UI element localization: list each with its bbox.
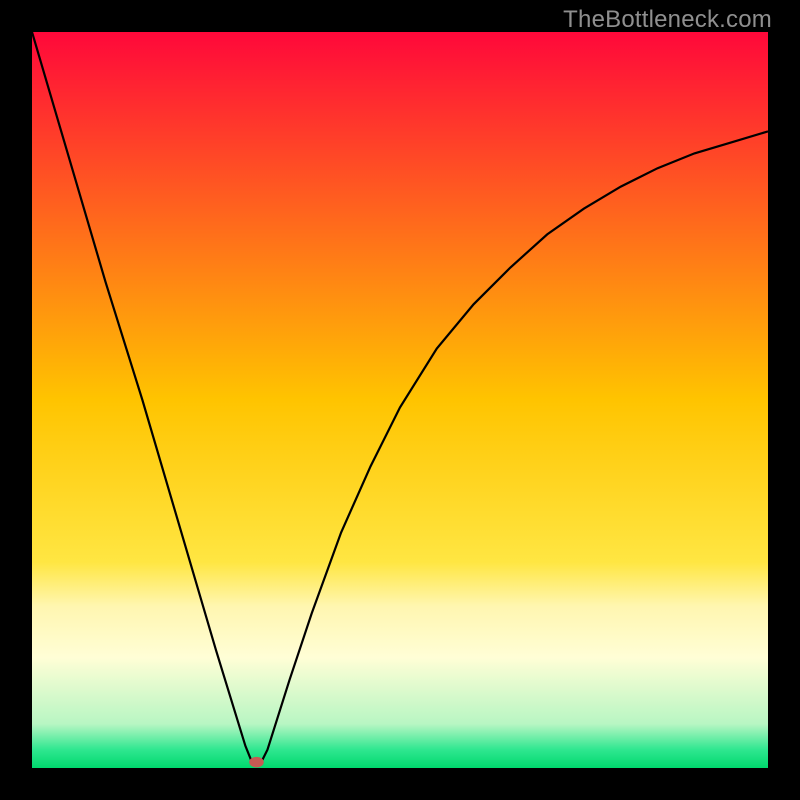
chart-svg [32,32,768,768]
plot-area [32,32,768,768]
chart-frame: TheBottleneck.com [0,0,800,800]
watermark-text: TheBottleneck.com [563,6,772,34]
optimum-marker [249,757,264,768]
